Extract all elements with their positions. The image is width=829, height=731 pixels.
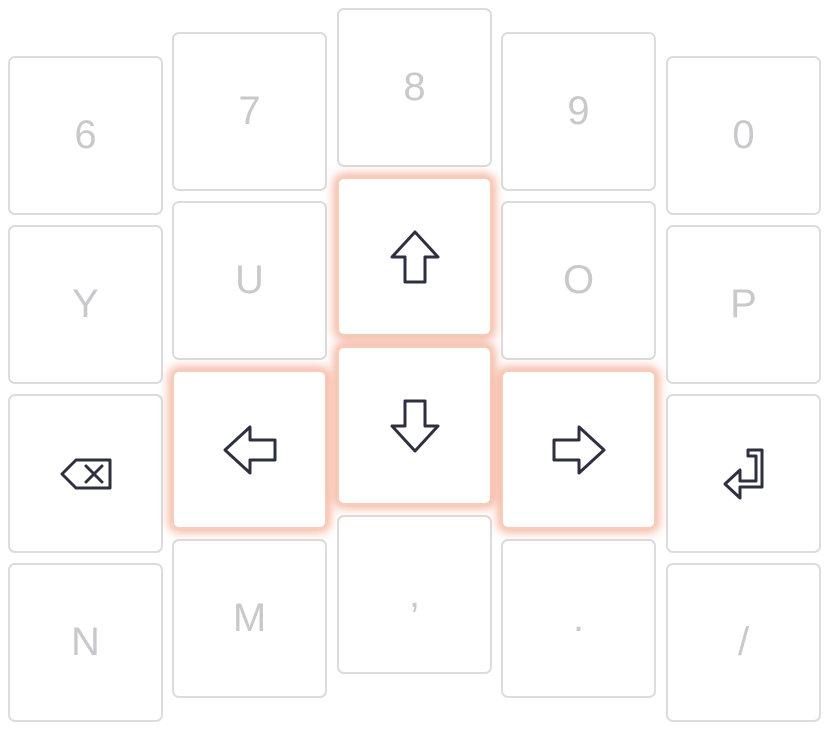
key-label: 7 [238,89,261,133]
arrow-right-icon [551,424,607,476]
key-u[interactable]: U [172,201,327,360]
key-arrow-left[interactable] [172,370,327,529]
key-label: 6 [74,113,97,157]
key-label: P [730,282,757,326]
key-8[interactable]: 8 [337,8,492,167]
key-label: 8 [403,65,426,109]
key-label: Y [72,282,99,326]
key-m[interactable]: M [172,539,327,698]
key-label: / [737,620,750,664]
key-n[interactable]: N [8,563,163,722]
key-arrow-down[interactable] [337,346,492,505]
key-label: 0 [732,113,755,157]
key-7[interactable]: 7 [172,32,327,191]
arrow-down-icon [389,398,441,454]
key-backspace[interactable] [8,394,163,553]
arrow-left-icon [222,424,278,476]
key-y[interactable]: Y [8,225,163,384]
key-6[interactable]: 6 [8,56,163,215]
key-label: N [71,620,100,664]
key-label: M [232,596,267,640]
key-slash[interactable]: / [666,563,821,722]
key-label: . [572,596,585,640]
key-o[interactable]: O [501,201,656,360]
enter-icon [722,447,766,501]
key-label: , [408,572,421,616]
key-label: O [562,258,595,302]
key-label: U [235,258,264,302]
key-comma[interactable]: , [337,515,492,674]
key-period[interactable]: . [501,539,656,698]
key-enter[interactable] [666,394,821,553]
key-label: 9 [567,89,590,133]
arrow-up-icon [389,229,441,285]
key-arrow-up[interactable] [337,177,492,336]
key-9[interactable]: 9 [501,32,656,191]
backspace-icon [59,457,113,491]
key-0[interactable]: 0 [666,56,821,215]
key-p[interactable]: P [666,225,821,384]
key-arrow-right[interactable] [501,370,656,529]
